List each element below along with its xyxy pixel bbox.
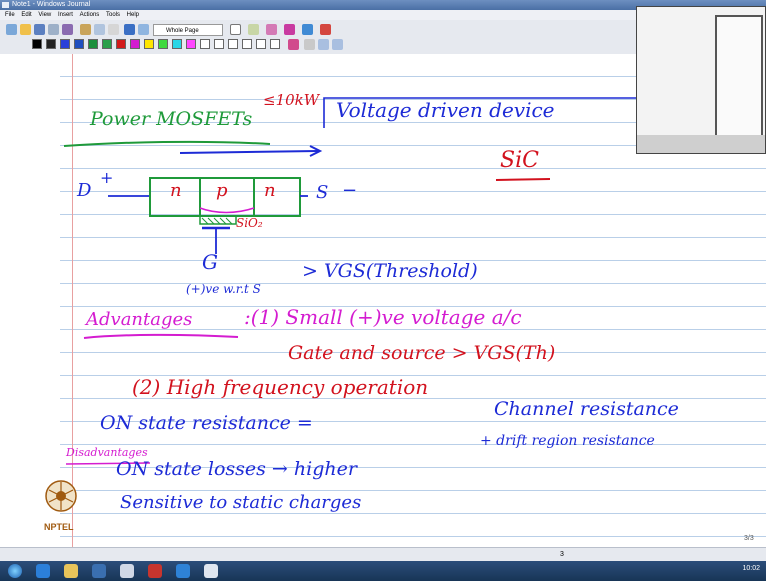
swatch-magenta[interactable] (130, 39, 140, 49)
swatch-empty-4[interactable] (256, 39, 266, 49)
pen-settings-icon[interactable] (288, 39, 299, 50)
webcam-floor (637, 135, 765, 153)
new-note-button[interactable] (6, 24, 17, 35)
sic-underline (495, 178, 551, 181)
print-icon[interactable] (48, 24, 59, 35)
redo-icon[interactable] (138, 24, 149, 35)
zoom-select-value: Whole Page (166, 28, 199, 34)
pan-hand-icon[interactable] (304, 39, 315, 50)
power-rating-note: ≤10kW (263, 91, 320, 109)
margin-line (72, 54, 73, 547)
start-button-icon[interactable] (8, 564, 22, 578)
n-region-left: n (170, 180, 182, 201)
zoom-select[interactable]: Whole Page (153, 24, 223, 36)
source-polarity: − (342, 180, 358, 201)
status-page-number: 3 (560, 551, 564, 558)
source-label: S (316, 182, 329, 203)
app-icon-2[interactable] (148, 564, 162, 578)
swatch-white[interactable] (200, 39, 210, 49)
title-power-mosfets: Power MOSFETs (90, 108, 253, 130)
oxide-label: SiO₂ (236, 216, 263, 230)
gate-condition: (+)ve w.r.t S (186, 282, 261, 296)
lasso-icon[interactable] (284, 24, 295, 35)
menu-file[interactable]: File (5, 12, 15, 18)
swatch-yellow[interactable] (144, 39, 154, 49)
nptel-logo-icon (45, 480, 77, 512)
media-player-icon[interactable] (92, 564, 106, 578)
advantage-1-line-2: Gate and source > VGS(Th) (288, 342, 556, 364)
swatch-navy[interactable] (74, 39, 84, 49)
app-icon-3[interactable] (176, 564, 190, 578)
eraser-icon[interactable] (266, 24, 277, 35)
menu-edit[interactable]: Edit (21, 12, 31, 18)
status-bar: 3 (0, 547, 766, 562)
advantage-2: (2) High frequency operation (132, 375, 429, 399)
sic-note: SiC (500, 148, 539, 173)
drift-region-resistance: + drift region resistance (480, 433, 655, 449)
zoom-out-icon[interactable] (332, 39, 343, 50)
on-state-resistance: ON state resistance = (100, 412, 313, 434)
undo-icon[interactable] (124, 24, 135, 35)
cut-icon[interactable] (80, 24, 91, 35)
swatch-empty-2[interactable] (228, 39, 238, 49)
p-region: p (216, 180, 228, 201)
menu-tools[interactable]: Tools (106, 12, 120, 18)
window-title: Note1 - Windows Journal (12, 1, 91, 8)
nptel-logo-text: NPTEL (44, 522, 74, 532)
swatch-empty-3[interactable] (242, 39, 252, 49)
gate-label: G (202, 250, 218, 274)
channel-resistance: Channel resistance (494, 398, 679, 420)
paste-icon[interactable] (108, 24, 119, 35)
swatch-green[interactable] (88, 39, 98, 49)
webcam-overlay (636, 6, 766, 154)
webcam-door (715, 15, 763, 145)
taskbar: 10:02 (0, 561, 766, 581)
italic-icon[interactable] (18, 39, 26, 50)
swatch-dark[interactable] (46, 39, 56, 49)
menu-help[interactable]: Help (127, 12, 139, 18)
n-region-right: n (264, 180, 276, 201)
swatch-blue[interactable] (60, 39, 70, 49)
journal-app-icon (2, 2, 9, 8)
zoom-in-icon[interactable] (318, 39, 329, 50)
advantage-1-line-1: :(1) Small (+)ve voltage a/c (244, 305, 522, 329)
journal-taskbar-icon[interactable] (204, 564, 218, 578)
swatch-black[interactable] (32, 39, 42, 49)
system-clock: 10:02 (742, 565, 760, 572)
bold-icon[interactable] (6, 39, 14, 50)
highlighter-icon[interactable] (248, 24, 259, 35)
swatch-green-2[interactable] (102, 39, 112, 49)
swatch-cyan[interactable] (172, 39, 182, 49)
vgs-threshold: > VGS(Threshold) (302, 260, 478, 282)
advantages-heading: Advantages (86, 309, 193, 330)
menu-insert[interactable]: Insert (58, 12, 73, 18)
on-state-losses: ON state losses → higher (116, 458, 357, 480)
swatch-empty-5[interactable] (270, 39, 280, 49)
menu-actions[interactable]: Actions (80, 12, 100, 18)
browser-icon[interactable] (36, 564, 50, 578)
static-charges: Sensitive to static charges (120, 492, 362, 513)
copy-icon[interactable] (94, 24, 105, 35)
app-icon[interactable] (120, 564, 134, 578)
drain-label: D (77, 180, 92, 201)
page-count: 3/3 (744, 535, 754, 542)
swatch-pink[interactable] (186, 39, 196, 49)
page-left-margin (0, 54, 60, 547)
insert-space-icon[interactable] (302, 24, 313, 35)
swatch-empty-1[interactable] (214, 39, 224, 49)
menu-view[interactable]: View (38, 12, 51, 18)
open-folder-icon[interactable] (20, 24, 31, 35)
search-icon[interactable] (62, 24, 73, 35)
flag-icon[interactable] (320, 24, 331, 35)
advantages-underline (83, 333, 239, 339)
voltage-driven-box (323, 97, 638, 128)
save-icon[interactable] (34, 24, 45, 35)
swatch-lime[interactable] (158, 39, 168, 49)
file-explorer-icon[interactable] (64, 564, 78, 578)
current-arrow (179, 145, 323, 157)
swatch-red[interactable] (116, 39, 126, 49)
pen-tool-icon[interactable] (230, 24, 241, 35)
